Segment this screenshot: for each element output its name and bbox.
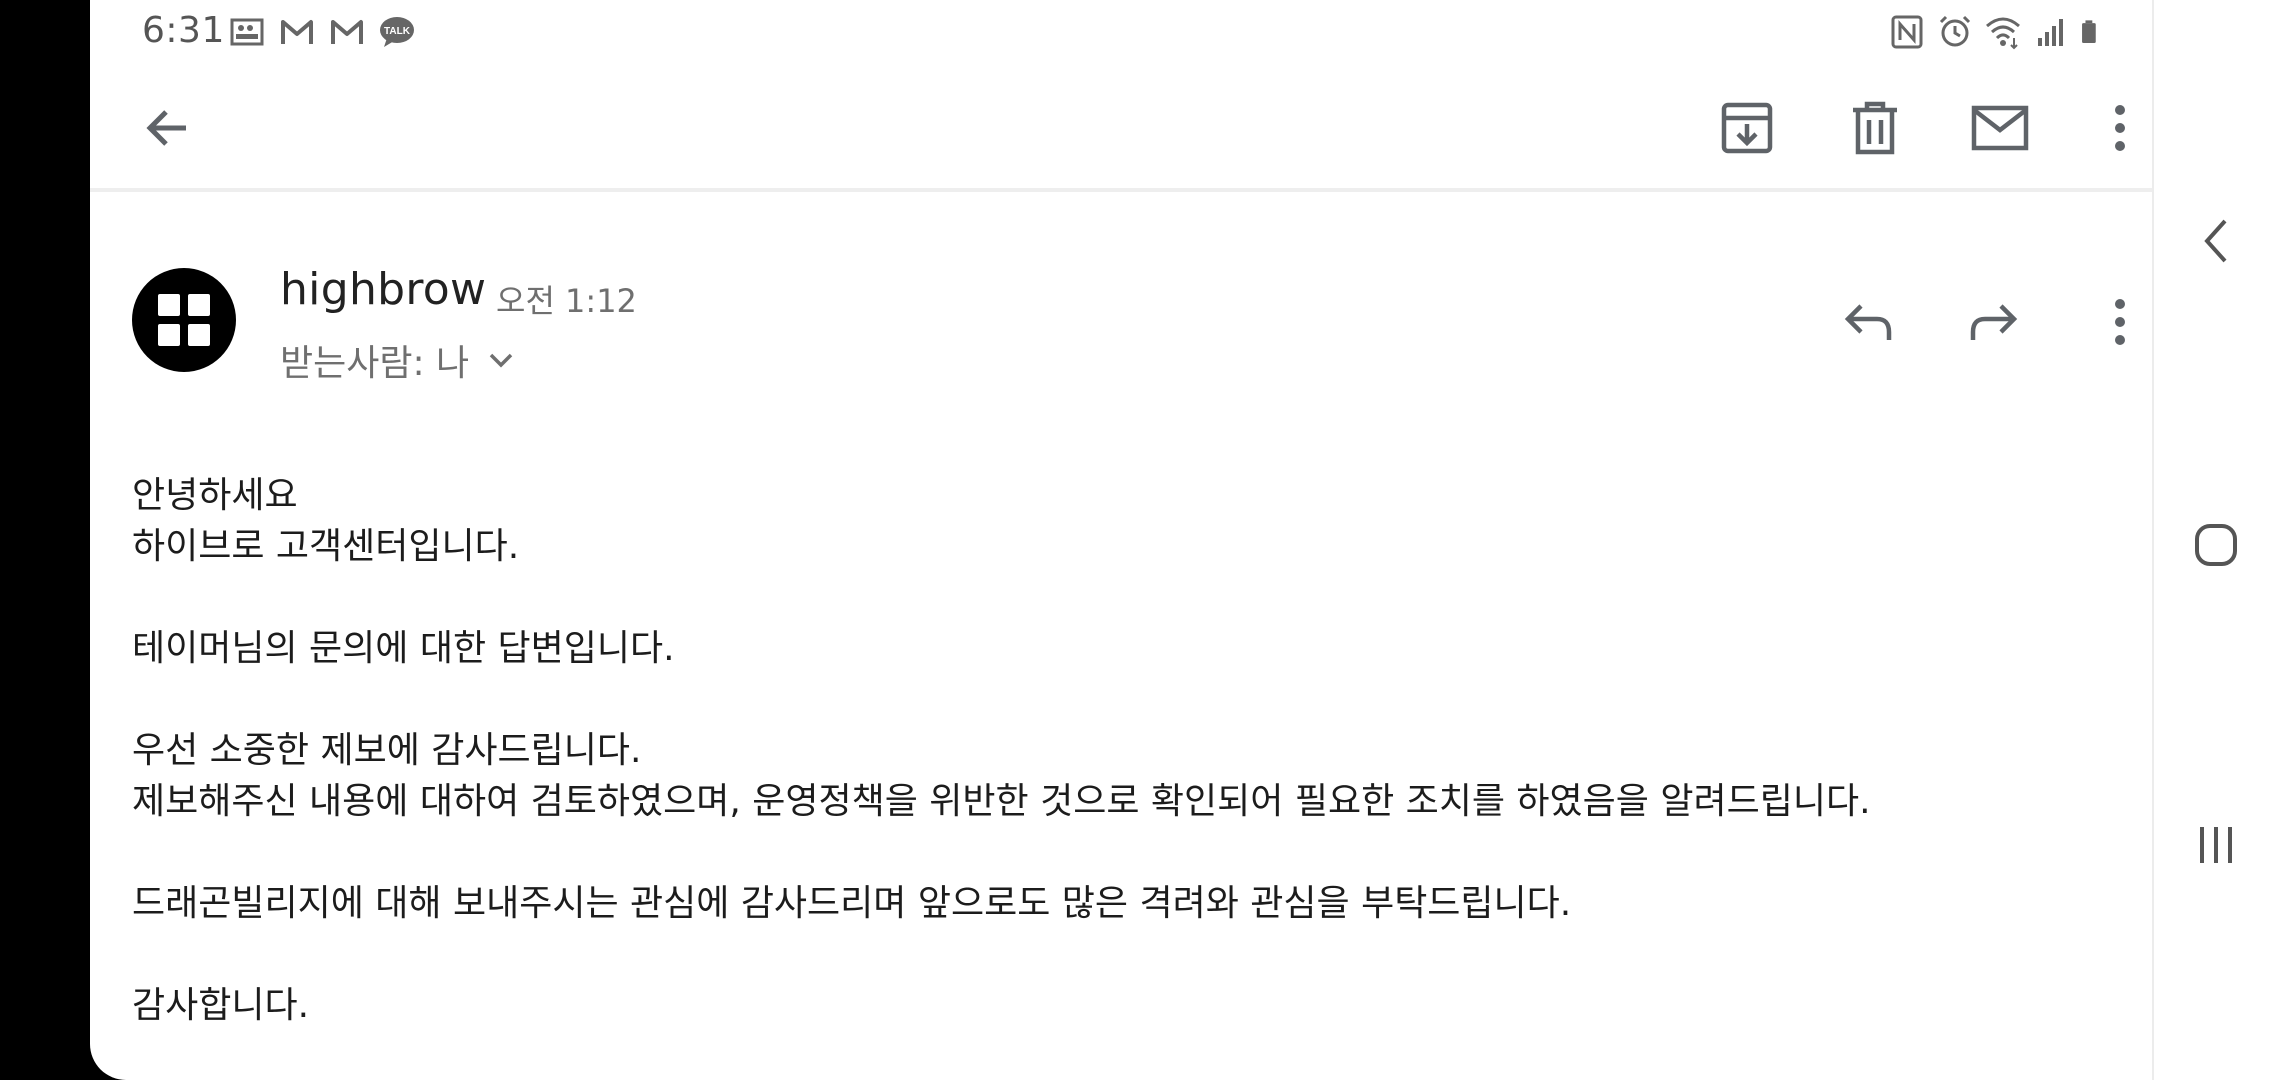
email-body: 안녕하세요 하이브로 고객센터입니다. 테이머님의 문의에 대한 답변입니다. … [132,470,2112,1031]
nav-back-button[interactable] [2188,206,2244,276]
nav-home-button[interactable] [2188,510,2244,580]
body-line: 감사합니다. [132,985,310,1026]
back-arrow-icon [146,110,186,146]
body-line: 테이머님의 문의에 대한 답변입니다. [132,628,675,669]
archive-button[interactable] [1712,96,1782,160]
email-time: 오전 1:12 [496,282,637,320]
body-line: 제보해주신 내용에 대하여 검토하였으며, 운영정책을 위반한 것으로 확인되어… [132,781,1871,822]
notification-icons: TALK [228,14,416,50]
message-more-button[interactable] [2090,290,2150,354]
status-time: 6:31 [142,10,225,51]
body-line [132,827,2112,878]
mark-unread-icon [1971,105,2029,151]
mark-unread-button[interactable] [1960,96,2040,160]
gmail-icon [281,20,313,44]
forward-button[interactable] [1958,290,2028,354]
back-button[interactable] [132,96,202,160]
body-line [132,929,2112,980]
more-vert-icon [2115,299,2125,345]
home-icon [2195,524,2237,566]
body-line [132,674,2112,725]
signal-icon [2038,19,2063,46]
sender-avatar[interactable] [132,268,236,372]
delete-icon [1853,101,1897,155]
chevron-left-icon [2204,219,2227,263]
more-options-button[interactable] [2090,96,2150,160]
nfc-icon [1891,15,1923,49]
kakaotalk-label: TALK [384,26,411,37]
toolbar-divider [90,188,2152,192]
archive-icon [1721,102,1773,154]
body-line [132,572,2112,623]
forward-icon [1970,304,2018,340]
body-line: 드래곤빌리지에 대해 보내주시는 관심에 감사드리며 앞으로도 많은 격려와 관… [132,883,1572,924]
body-line: 우선 소중한 제보에 감사드립니다. [132,730,642,771]
kakaotalk-icon: TALK [380,17,414,47]
recipient-label: 받는사람: 나 [280,343,470,384]
body-line: 안녕하세요 [132,475,298,516]
email-screen: 6:31 TALK highbrow 오전 1:12 받는사람: 나 안녕하세요… [90,0,2152,1080]
system-navigation-bar [2152,0,2280,1080]
body-line: 하이브로 고객센터입니다. [132,526,520,567]
more-vert-icon [2115,105,2125,151]
delete-button[interactable] [1840,96,1910,160]
wifi-icon [1986,17,2020,50]
gallery-icon [230,18,264,46]
system-status-icons [1888,14,2106,50]
gmail-icon [331,20,363,44]
chevron-down-icon [489,353,513,368]
nav-recents-button[interactable] [2188,810,2244,880]
battery-icon [2082,20,2096,43]
reply-button[interactable] [1834,290,1904,354]
recipient-details-toggle[interactable]: 받는사람: 나 [280,334,515,386]
sender-name: highbrow [280,264,487,315]
reply-icon [1844,304,1892,340]
alarm-icon [1939,15,1971,47]
recents-icon [2200,827,2232,863]
